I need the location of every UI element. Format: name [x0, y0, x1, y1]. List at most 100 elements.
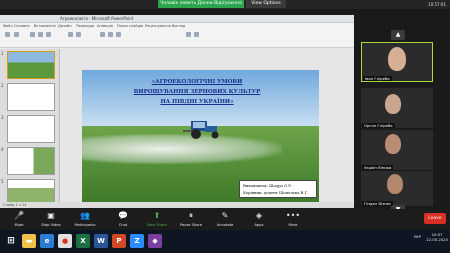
participants-button[interactable]: 👥 Participants	[68, 209, 102, 230]
ppt-window-title: Агроекологія - Microsoft PowerPoint	[60, 16, 134, 21]
mute-button[interactable]: 🎤 Mute	[2, 209, 36, 230]
arrange-icon[interactable]	[108, 32, 113, 37]
align-icon[interactable]	[68, 32, 73, 37]
participant-name: Гіндел Бізнес	[362, 201, 394, 206]
ribbon-tab-insert[interactable]: Вставлення	[34, 24, 56, 28]
participant-video	[387, 174, 403, 194]
zoom-toolbar: 🎤 Mute ▣ Stop Video 👥 Participants 💬 Chat ⬆ N…	[0, 209, 450, 230]
ribbon-tab-animations[interactable]: Анімація	[97, 24, 113, 28]
find-icon[interactable]	[186, 32, 191, 37]
spray-cloud	[82, 134, 282, 164]
more-button[interactable]: ••• More	[276, 209, 310, 230]
thumb-number: 1	[1, 51, 4, 56]
ribbon-tab-review[interactable]: Рецензування	[145, 24, 171, 28]
new-share-button[interactable]: ⬆ New Share	[140, 209, 174, 230]
annotate-icon: ✎	[221, 211, 229, 220]
pause-share-label: Pause Share	[179, 223, 203, 227]
participant-video	[388, 47, 406, 71]
zoom-icon[interactable]: Z	[130, 234, 144, 248]
italic-icon[interactable]	[46, 32, 51, 37]
new-share-label: New Share	[147, 223, 167, 227]
paste-icon[interactable]	[5, 32, 10, 37]
ribbon-tab-transitions[interactable]: Переходи	[76, 24, 94, 28]
slide-title: «АГРОЕКОЛОГІЧНІ УМОВИ ВИРОЩУВАННЯ ЗЕРНОВ…	[122, 77, 272, 107]
leave-button[interactable]: Leave	[424, 213, 446, 224]
ribbon-tab-slideshow[interactable]: Показ слайдів	[117, 24, 143, 28]
explorer-icon[interactable]: ▬	[22, 234, 36, 248]
system-tray: УКР 10:57 22.05.2020	[360, 232, 448, 250]
clock-date[interactable]: 22.05.2020	[426, 237, 448, 242]
annotate-label: Annotate	[216, 223, 234, 227]
replace-icon[interactable]	[194, 32, 199, 37]
ribbon-tab-design[interactable]: Дизайн	[58, 24, 72, 28]
participant-name: Україн Віника	[362, 165, 394, 170]
shapes-icon[interactable]	[100, 32, 105, 37]
chat-label: Chat	[118, 223, 128, 227]
thumb-number: 5	[1, 179, 4, 184]
mute-label: Mute	[14, 223, 24, 227]
slide-title-line: «АГРОЕКОЛОГІЧНІ УМОВИ	[151, 79, 243, 85]
quick-styles-icon[interactable]	[116, 32, 121, 37]
ribbon-tab-home[interactable]: Основне	[14, 24, 30, 28]
author-line: Керівник: доцент Шепелєва В.Г.	[243, 189, 309, 195]
slide-title-line: ВИРОЩУВАННЯ ЗЕРНОВИХ КУЛЬТУР	[133, 89, 261, 95]
slide-thumbnail[interactable]	[7, 115, 55, 143]
excel-icon[interactable]: X	[76, 234, 90, 248]
participant-name: Іван Гліреба	[363, 76, 392, 81]
more-icon: •••	[285, 211, 301, 220]
participant-tile[interactable]: Україн Віника	[361, 130, 433, 170]
participant-video	[385, 94, 401, 114]
word-icon[interactable]: W	[94, 234, 108, 248]
slide-title-line: НА ПІВДНІ УКРАЇНИ»	[160, 99, 234, 105]
font-icon[interactable]	[30, 32, 35, 37]
bullets-icon[interactable]	[76, 32, 81, 37]
edge-icon[interactable]: e	[40, 234, 54, 248]
language-indicator[interactable]: УКР	[414, 234, 421, 239]
windows-start-icon[interactable]: ⊞	[4, 234, 18, 248]
scroll-up-icon[interactable]: ▲	[391, 30, 405, 40]
author-textbox: Виконавець: Шадра О.Р. Керівник: доцент …	[239, 180, 317, 198]
slide-thumbnail[interactable]	[7, 83, 55, 111]
pause-share-button[interactable]: ⏸ Pause Share	[174, 209, 208, 230]
ppt-ribbon: Файл Основне Вставлення Дизайн Переходи …	[0, 23, 354, 48]
chat-icon: 💬	[118, 211, 128, 220]
participant-tile[interactable]: Гіндел Бізнес	[361, 171, 433, 206]
ppt-status-bar: Слайд 1 з 24	[0, 202, 354, 208]
share-icon: ⬆	[153, 211, 161, 220]
participant-video	[385, 134, 401, 154]
thumb-number: 2	[1, 83, 4, 88]
tractor-image	[183, 121, 219, 139]
new-slide-icon[interactable]	[14, 32, 19, 37]
view-options-button[interactable]: View Options	[246, 0, 286, 8]
ppt-titlebar: Агроекологія - Microsoft PowerPoint	[0, 15, 354, 23]
thumb-number: 3	[1, 115, 4, 120]
thumb-number: 4	[1, 147, 4, 152]
slide-thumbnail[interactable]	[7, 147, 55, 175]
slide-thumbnails-pane: 1 2 3 4 5	[0, 49, 60, 208]
pause-icon: ⏸	[189, 211, 193, 220]
participants-label: Participants	[74, 223, 96, 227]
ribbon-tab-view[interactable]: Вигляд	[172, 24, 185, 28]
top-status-text: 10:57:01	[428, 2, 446, 7]
powerpoint-icon[interactable]: P	[112, 234, 126, 248]
bold-icon[interactable]	[38, 32, 43, 37]
slide-thumbnail[interactable]	[7, 51, 55, 79]
app-icon[interactable]: ◆	[148, 234, 162, 248]
stop-video-label: Stop Video	[41, 223, 61, 227]
apps-icon: ◈	[255, 211, 263, 220]
chat-button[interactable]: 💬 Chat	[106, 209, 140, 230]
apps-label: Apps	[254, 223, 264, 227]
chrome-icon[interactable]: ●	[58, 234, 72, 248]
more-label: More	[288, 223, 298, 227]
annotate-button[interactable]: ✎ Annotate	[208, 209, 242, 230]
video-icon: ▣	[47, 211, 55, 220]
screen-share-banner[interactable]: Чоловік ловить Данни Відіграєнна	[158, 0, 244, 8]
apps-button[interactable]: ◈ Apps	[242, 209, 276, 230]
mic-icon: 🎤	[14, 211, 24, 220]
participant-tile[interactable]: Орган Гліреба	[361, 88, 433, 128]
current-slide[interactable]: «АГРОЕКОЛОГІЧНІ УМОВИ ВИРОЩУВАННЯ ЗЕРНОВ…	[82, 70, 319, 202]
participant-tile[interactable]: Іван Гліреба	[361, 42, 433, 82]
ribbon-tab-file[interactable]: Файл	[3, 24, 13, 28]
stop-video-button[interactable]: ▣ Stop Video	[34, 209, 68, 230]
participants-icon: 👥	[80, 211, 90, 220]
